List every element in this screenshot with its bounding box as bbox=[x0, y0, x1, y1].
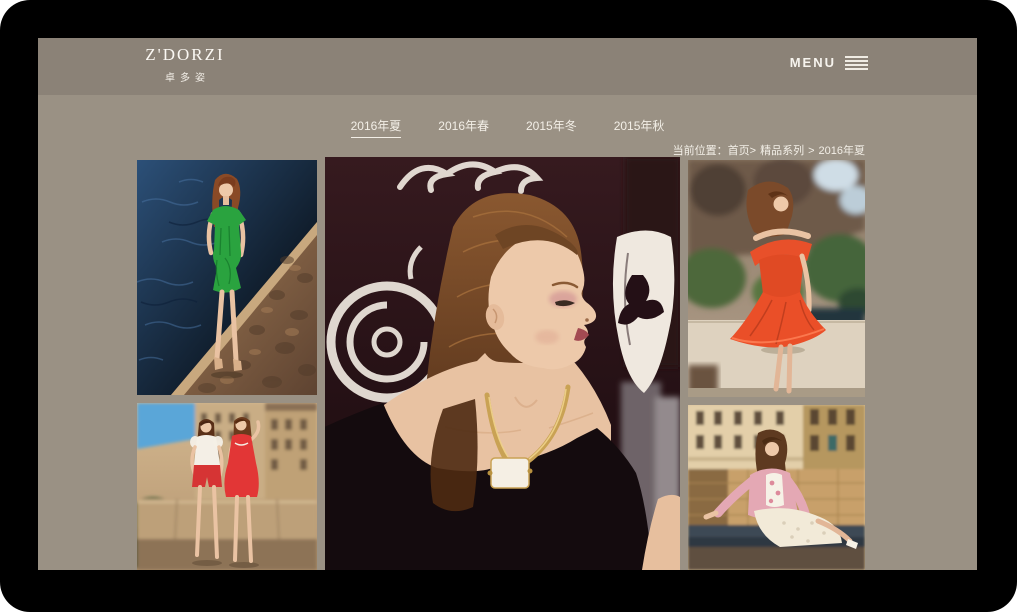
gallery-item-green-dress[interactable] bbox=[137, 160, 317, 395]
photo-two-models-paris bbox=[137, 403, 317, 570]
gallery-item-orange-dress[interactable] bbox=[688, 160, 865, 397]
brand-logo: Z'DORZI 卓多姿 bbox=[130, 45, 240, 84]
photo-orange-dress-paris bbox=[688, 160, 865, 397]
photo-portrait-gold-necklace bbox=[325, 157, 680, 570]
website-screen: Z'DORZI 卓多姿 MENU 2016年夏 2016年春 2015年冬 20… bbox=[38, 38, 977, 570]
breadcrumb-prefix: 当前位置： bbox=[673, 145, 728, 157]
photo-pink-cardigan-seine bbox=[688, 405, 865, 570]
breadcrumb-current: 2016年夏 bbox=[819, 145, 865, 157]
tab-2016-summer[interactable]: 2016年夏 bbox=[351, 117, 402, 138]
gallery-item-portrait[interactable] bbox=[325, 157, 680, 570]
breadcrumb-separator: > bbox=[808, 145, 814, 157]
tab-2015-winter[interactable]: 2015年冬 bbox=[526, 117, 577, 138]
season-tabs: 2016年夏 2016年春 2015年冬 2015年秋 bbox=[38, 117, 977, 138]
breadcrumb-link-collection[interactable]: 精品系列 bbox=[760, 145, 804, 157]
tab-2016-spring[interactable]: 2016年春 bbox=[438, 117, 489, 138]
brand-logo-subtitle: 卓多姿 bbox=[130, 69, 240, 84]
page: Z'DORZI 卓多姿 MENU 2016年夏 2016年春 2015年冬 20… bbox=[0, 0, 1017, 612]
gallery-item-two-models[interactable] bbox=[137, 403, 317, 570]
tab-2015-autumn[interactable]: 2015年秋 bbox=[614, 117, 665, 138]
hamburger-menu-icon[interactable] bbox=[845, 56, 868, 70]
photo-green-dress-riverside bbox=[137, 160, 317, 395]
menu-button-label: MENU bbox=[790, 55, 836, 70]
site-header: Z'DORZI 卓多姿 MENU bbox=[38, 38, 977, 95]
gallery-item-pink-cardigan[interactable] bbox=[688, 405, 865, 570]
breadcrumb: 当前位置：首页> 精品系列 >2016年夏 bbox=[673, 142, 865, 158]
menu-button[interactable]: MENU bbox=[790, 55, 868, 70]
breadcrumb-link-home[interactable]: 首页> bbox=[728, 145, 756, 157]
brand-logo-title: Z'DORZI bbox=[130, 45, 240, 65]
